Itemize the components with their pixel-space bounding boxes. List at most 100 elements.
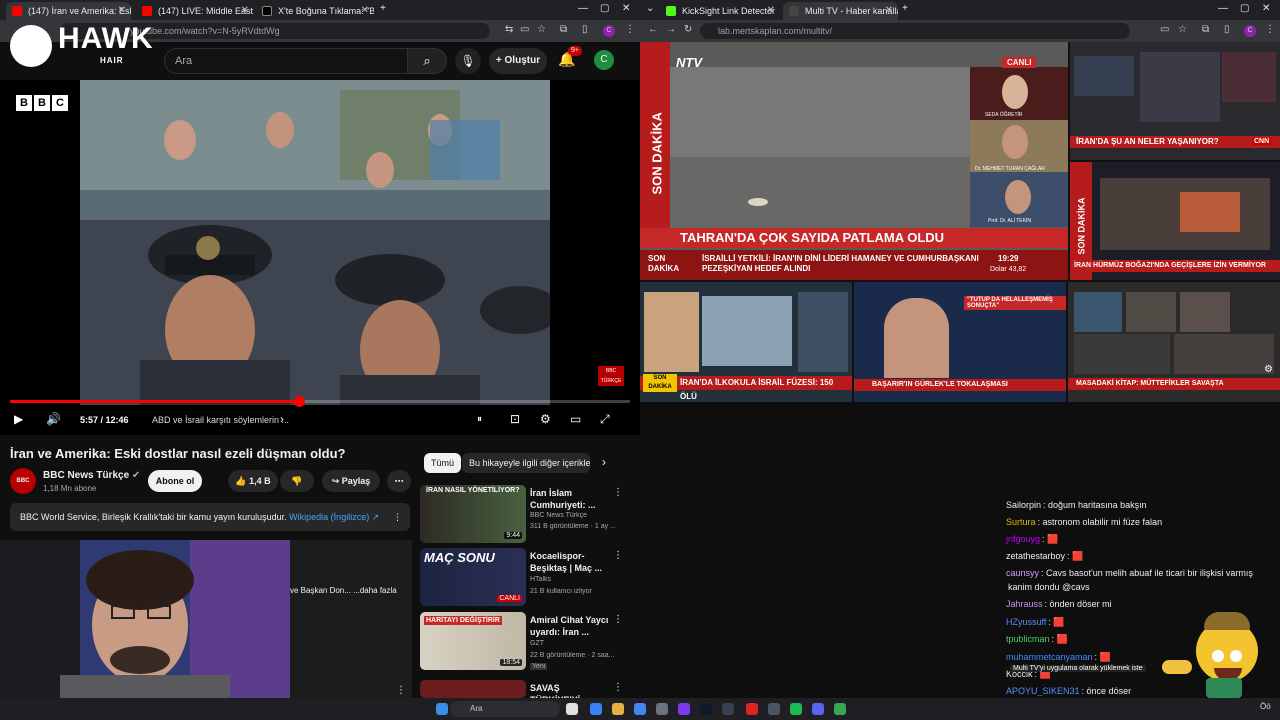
chat-username[interactable]: zetathestarboy	[1006, 551, 1065, 561]
extensions-icon[interactable]: ⧉	[560, 24, 567, 35]
windows-start-icon[interactable]	[436, 703, 448, 715]
extensions-icon[interactable]: ⧉	[1202, 24, 1209, 35]
recommendation-item[interactable]: İRAN NASIL YÖNETİLİYOR? 9:44 İran İslam …	[420, 485, 625, 545]
settings-icon[interactable]: ⚙	[540, 412, 551, 426]
settings-icon[interactable]: ⚙	[1264, 364, 1273, 375]
sidebar-icon[interactable]: ▯	[582, 24, 588, 35]
close-window-icon[interactable]: ✕	[1262, 3, 1270, 14]
close-icon[interactable]: ✕	[885, 2, 893, 20]
minimize-icon[interactable]: —	[578, 3, 588, 14]
close-icon[interactable]: ✕	[118, 2, 126, 20]
close-icon[interactable]: ✕	[361, 2, 369, 20]
profile-avatar[interactable]: C	[603, 25, 615, 37]
browser-icon[interactable]	[590, 703, 602, 715]
discord-icon[interactable]	[812, 703, 824, 715]
like-button[interactable]: 👍 1,4 B	[228, 470, 278, 492]
profile-avatar[interactable]: C	[1244, 25, 1256, 37]
channel-haber-global[interactable]: MASADAKİ KİTAP: MÜTTEFİKLER SAVAŞTA ⚙	[1068, 282, 1280, 402]
search-button[interactable]: ⌕	[407, 48, 447, 74]
address-bar[interactable]: lab.mertskaplan.com/multitv/	[700, 23, 1130, 39]
chip-related[interactable]: Bu hikayeyle ilgili diğer içerikle	[462, 453, 590, 473]
task-view-icon[interactable]	[566, 703, 578, 715]
channel-haberturk[interactable]: İRAN'DA İLKOKULA İSRAİL FÜZESİ: 150 ÖLÜ …	[640, 282, 852, 402]
kebab-icon[interactable]: ⋮	[613, 682, 623, 693]
chat-username[interactable]: jnfgouyg	[1006, 534, 1040, 544]
video-thumbnail[interactable]: İRAN NASIL YÖNETİLİYOR? 9:44	[420, 485, 526, 543]
chapter-title[interactable]: ABD ve İsrail karşıtı söylemlerin ...	[152, 415, 289, 425]
bookmark-icon[interactable]: ☆	[1178, 24, 1187, 35]
chevron-right-icon[interactable]: ›	[602, 455, 606, 469]
chat-username[interactable]: Sailorpin	[1006, 500, 1041, 510]
spotify-icon[interactable]	[790, 703, 802, 715]
progress-bar[interactable]	[10, 396, 630, 407]
close-window-icon[interactable]: ✕	[622, 3, 630, 14]
kebab-icon[interactable]: ⋮	[613, 550, 623, 561]
channel-name[interactable]: BBC News Türkçe ✔	[43, 470, 140, 481]
chat-username[interactable]: muhammetcanyaman	[1006, 652, 1093, 662]
minimize-icon[interactable]: —	[1218, 3, 1228, 14]
video-thumbnail[interactable]: MAÇ SONU CANLI	[420, 548, 526, 606]
chat-username[interactable]: Surtura	[1006, 517, 1036, 527]
channel-szc[interactable]: SON DAKİKA İRAN HÜRMÜZ BOĞAZI'NDA GEÇİŞL…	[1070, 162, 1280, 280]
taskbar-search[interactable]: Ara	[450, 701, 560, 717]
autoplay-toggle[interactable]: ⏸	[477, 414, 482, 425]
kebab-icon[interactable]: ⋮	[396, 685, 406, 696]
recommendation-item[interactable]: MAÇ SONU CANLI Kocaelispor-Beşiktaş | Ma…	[420, 548, 625, 608]
description-box[interactable]: BBC World Service, Birleşik Krallık'taki…	[10, 503, 410, 531]
tab-list-icon[interactable]: ⌄	[646, 3, 654, 14]
avatar[interactable]: C	[594, 50, 614, 70]
video-frame[interactable]	[80, 80, 550, 405]
tab-iran-amerika[interactable]: (147) İran ve Amerika: Eski dost ✕	[6, 2, 131, 20]
chat-username[interactable]: APOYU_SIKEN31	[1006, 686, 1080, 696]
app-icon[interactable]	[678, 703, 690, 715]
theater-icon[interactable]: ▭	[570, 412, 581, 426]
install-icon[interactable]: ▭	[1160, 24, 1169, 35]
chat-username[interactable]: Jahrauss	[1006, 599, 1043, 609]
maximize-icon[interactable]: ▢	[1240, 3, 1249, 14]
subscribe-button[interactable]: Abone ol	[148, 470, 202, 492]
share-icon[interactable]: ▭	[520, 24, 529, 35]
tab-live-middle-east[interactable]: (147) LIVE: Middle East real ✕	[136, 2, 254, 20]
video-player[interactable]: B B C BBC TÜRKÇE ▶ 🔊 5:57 / 12:46 ABD ve…	[0, 80, 640, 435]
close-icon[interactable]: ✕	[241, 2, 249, 20]
video-thumbnail[interactable]	[420, 680, 526, 698]
chevron-right-icon[interactable]: ›	[280, 412, 284, 426]
menu-icon[interactable]: ⋮	[625, 24, 635, 35]
menu-icon[interactable]: ⋮	[1265, 24, 1275, 35]
search-input[interactable]: Ara	[164, 48, 408, 74]
tab-x-post[interactable]: X'te Boğuna Tıklama: "Bir televi ✕	[256, 2, 374, 20]
explorer-icon[interactable]	[612, 703, 624, 715]
kebab-icon[interactable]: ⋮	[393, 503, 402, 531]
tab-multitv[interactable]: Multi TV - Haber kanallarını ay ✕	[783, 2, 898, 20]
close-icon[interactable]: ✕	[767, 2, 775, 20]
new-tab-icon[interactable]: +	[380, 3, 386, 14]
back-icon[interactable]: ←	[648, 24, 658, 35]
create-button[interactable]: + Oluştur	[489, 48, 547, 74]
maximize-icon[interactable]: ▢	[600, 3, 609, 14]
more-text[interactable]: ve Başkan Don... ...daha fazla	[290, 586, 397, 595]
volume-icon[interactable]: 🔊	[46, 412, 61, 426]
kebab-icon[interactable]: ⋮	[613, 487, 623, 498]
dislike-button[interactable]: 👎	[280, 470, 314, 492]
mic-icon[interactable]: 🎙	[455, 48, 481, 74]
chip-all[interactable]: Tümü	[424, 453, 462, 473]
channel-cnn[interactable]: İRAN'DA ŞU AN NELER YAŞANIYOR? CNN	[1070, 42, 1280, 160]
translate-icon[interactable]: ⇆	[505, 24, 513, 35]
app-icon[interactable]	[656, 703, 668, 715]
channel-avatar[interactable]: BBC NEWS	[10, 468, 36, 510]
new-tab-icon[interactable]: +	[902, 3, 908, 14]
app-icon[interactable]	[834, 703, 846, 715]
video-thumbnail[interactable]: HARİTAYI DEĞİŞTİRİR 18:54	[420, 612, 526, 670]
chat-username[interactable]: HZyussuff	[1006, 617, 1046, 627]
chrome-icon[interactable]	[634, 703, 646, 715]
share-button[interactable]: ↪ Paylaş	[322, 470, 380, 492]
recommendation-item[interactable]: HARİTAYI DEĞİŞTİRİR 18:54 Amiral Cihat Y…	[420, 612, 625, 672]
forward-icon[interactable]: →	[666, 24, 676, 35]
chat-username[interactable]: caunsyy	[1006, 568, 1039, 578]
app-icon[interactable]	[746, 703, 758, 715]
kebab-icon[interactable]: ⋮	[613, 614, 623, 625]
play-icon[interactable]: ▶	[14, 412, 23, 426]
sidebar-icon[interactable]: ▯	[1224, 24, 1230, 35]
progress-scrubber[interactable]	[293, 396, 305, 407]
more-actions-button[interactable]: ⋯	[387, 470, 411, 492]
